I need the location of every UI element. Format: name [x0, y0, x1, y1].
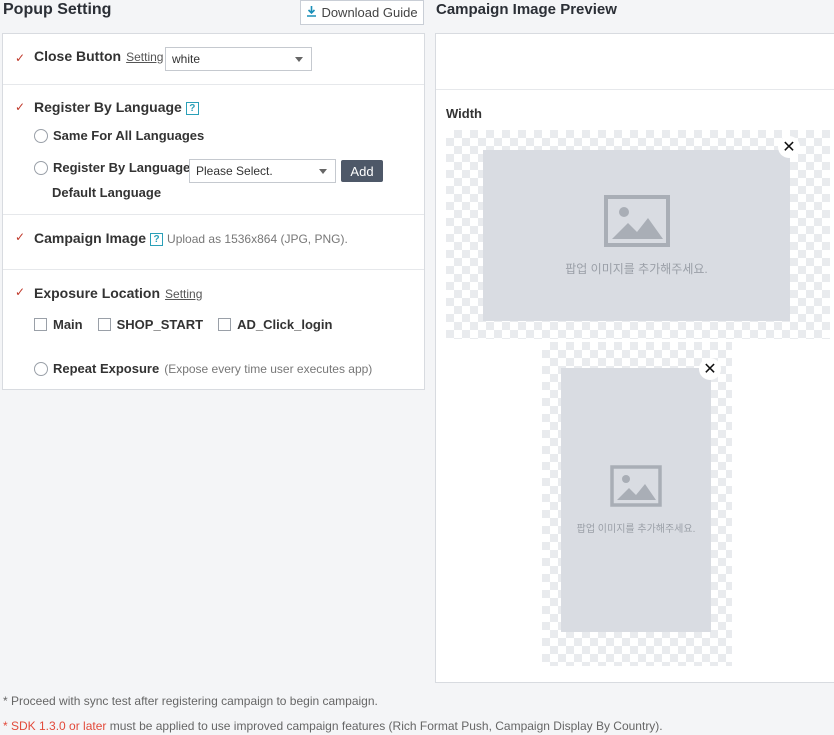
help-icon[interactable]: ? — [150, 233, 164, 246]
radio-register-by-language[interactable]: Register By Language — [34, 160, 190, 175]
add-language-button[interactable]: Add — [341, 160, 383, 182]
chevron-down-icon — [319, 169, 327, 174]
required-check-icon: ✓ — [15, 285, 26, 299]
page-title: Popup Setting — [3, 1, 112, 18]
campaign-image-preview-panel: Width 팝업 이미지를 추가해주세요. ✕ 팝업 이미지를 추가해주세요. … — [435, 33, 834, 683]
radio-same-for-all[interactable]: Same For All Languages — [34, 128, 204, 143]
default-language-label: Default Language — [52, 185, 162, 200]
download-guide-label: Download Guide — [321, 5, 418, 20]
placeholder-text: 팝업 이미지를 추가해주세요. — [576, 524, 696, 535]
required-check-icon: ✓ — [15, 51, 26, 65]
location-checkbox-main[interactable]: Main — [34, 317, 83, 332]
chevron-down-icon — [295, 57, 303, 62]
close-icon: ✕ — [778, 136, 800, 158]
close-icon: ✕ — [699, 358, 721, 380]
close-button-color-select[interactable]: white — [165, 47, 312, 71]
exposure-location-list: Main SHOP_START AD_Click_login — [34, 317, 347, 332]
preview-title: Campaign Image Preview — [436, 1, 617, 18]
close-button-color-value: white — [172, 52, 201, 66]
exposure-location-section: ✓ Exposure Location Setting Main SHOP_STA… — [3, 270, 424, 390]
register-language-label: Register By Language? — [34, 99, 199, 115]
checkbox[interactable] — [218, 318, 232, 331]
width-label: Width — [446, 106, 482, 121]
close-button-label: Close Button Setting — [34, 48, 164, 64]
image-icon — [603, 194, 670, 252]
language-select[interactable]: Please Select. — [189, 159, 336, 183]
download-guide-button[interactable]: Download Guide — [300, 0, 424, 25]
sync-test-note: * Proceed with sync test after registeri… — [3, 694, 378, 708]
location-checkbox-ad-click-login[interactable]: AD_Click_login — [218, 317, 332, 332]
radio-repeat-exposure[interactable]: Repeat Exposure (Expose every time user … — [34, 361, 372, 376]
location-checkbox-shop-start[interactable]: SHOP_START — [97, 317, 203, 332]
checkbox[interactable] — [97, 318, 111, 331]
download-icon — [306, 5, 317, 20]
exposure-location-label: Exposure Location Setting — [34, 285, 203, 301]
register-language-section: ✓ Register By Language? Same For All Lan… — [3, 85, 424, 215]
campaign-image-section: ✓ Campaign Image? Upload as 1536x864 (JPG… — [3, 215, 424, 270]
landscape-image-placeholder[interactable]: 팝업 이미지를 추가해주세요. — [483, 150, 790, 321]
repeat-exposure-hint: (Expose every time user executes app) — [164, 361, 373, 376]
help-icon[interactable]: ? — [185, 102, 199, 115]
exposure-setting-link[interactable]: Setting — [165, 287, 202, 301]
landscape-preview: 팝업 이미지를 추가해주세요. ✕ — [446, 130, 830, 339]
campaign-image-hint: Upload as 1536x864 (JPG, PNG). — [167, 232, 348, 246]
radio-button[interactable] — [34, 361, 48, 376]
image-icon — [610, 465, 662, 512]
radio-button[interactable] — [34, 128, 48, 143]
close-button-setting-link[interactable]: Setting — [126, 50, 163, 64]
required-check-icon: ✓ — [15, 100, 26, 114]
close-button-section: ✓ Close Button Setting white — [3, 34, 424, 85]
placeholder-text: 팝업 이미지를 추가해주세요. — [565, 261, 708, 276]
radio-button[interactable] — [34, 160, 48, 175]
campaign-image-label: Campaign Image? Upload as 1536x864 (JPG, … — [34, 230, 348, 246]
checkbox[interactable] — [34, 318, 47, 331]
sdk-version-highlight: * SDK 1.3.0 or later — [3, 719, 107, 733]
portrait-preview: 팝업 이미지를 추가해주세요. ✕ — [542, 342, 732, 666]
sdk-version-note: * SDK 1.3.0 or later must be applied to … — [3, 719, 663, 733]
portrait-image-placeholder[interactable]: 팝업 이미지를 추가해주세요. — [561, 368, 711, 632]
required-check-icon: ✓ — [15, 230, 26, 244]
preview-toolbar — [436, 34, 834, 90]
popup-settings-panel: ✓ Close Button Setting white ✓ Register B… — [2, 33, 425, 390]
